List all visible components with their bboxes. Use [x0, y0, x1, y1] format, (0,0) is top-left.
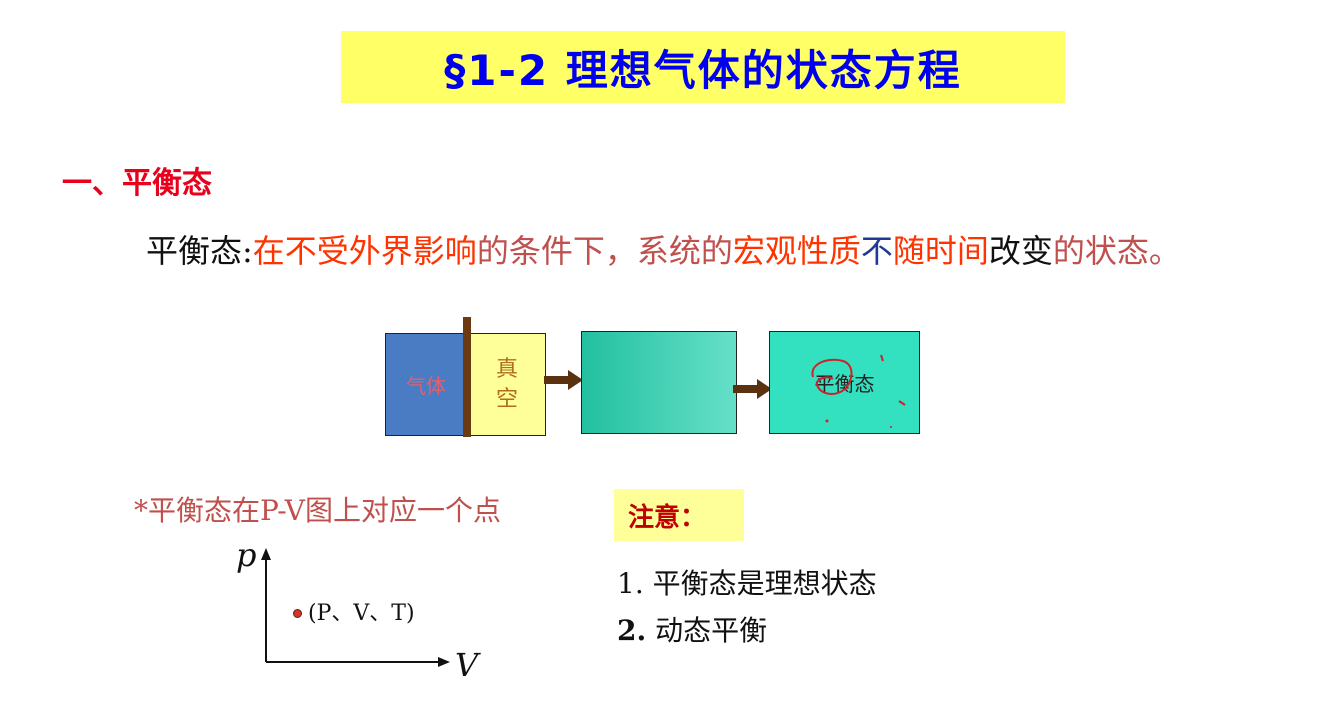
gas-label: 气体	[406, 374, 446, 398]
notice-badge: 注意：	[614, 489, 744, 541]
gas-chamber: 气体	[385, 333, 467, 436]
pv-note: *平衡态在P-V图上对应一个点	[134, 494, 501, 527]
note-item-2-text: 动态平衡	[646, 614, 768, 647]
vacuum-label: 真空	[495, 356, 518, 412]
definition-part6: 改变	[988, 232, 1053, 270]
definition-part2: 的条件下，系统的	[476, 232, 733, 270]
note-item-2: 2. 动态平衡	[617, 609, 767, 649]
definition-term: 平衡态:	[146, 232, 253, 270]
definition-part5: 随时间	[892, 232, 989, 270]
v-axis-label: V	[455, 646, 479, 684]
definition-paragraph: 平衡态:在不受外界影响的条件下，系统的宏观性质不随时间改变的状态。	[146, 228, 1316, 274]
definition-part7: 的状态。	[1052, 232, 1181, 270]
arrow-right-icon	[544, 370, 583, 390]
expanding-gas-box	[581, 331, 737, 434]
state-point	[293, 609, 302, 618]
state-point-label: (P、V、T)	[308, 601, 415, 626]
section-heading: 一、平衡态	[62, 166, 212, 201]
definition-part4: 不	[860, 232, 893, 270]
note-item-1: 1. 平衡态是理想状态	[617, 567, 877, 600]
p-axis-label: p	[236, 536, 257, 574]
arrow-right-icon	[733, 379, 772, 399]
note-item-2-number: 2.	[617, 614, 647, 647]
notice-label: 注意：	[628, 502, 707, 533]
title-banner: §1-2 理想气体的状态方程	[341, 31, 1065, 103]
definition-part3: 宏观性质	[732, 232, 861, 270]
partition-divider	[463, 317, 471, 437]
definition-part1: 在不受外界影响	[252, 232, 477, 270]
vacuum-chamber: 真空	[468, 333, 546, 436]
slide-title: §1-2 理想气体的状态方程	[444, 45, 962, 95]
annotation-scribble	[811, 354, 906, 428]
